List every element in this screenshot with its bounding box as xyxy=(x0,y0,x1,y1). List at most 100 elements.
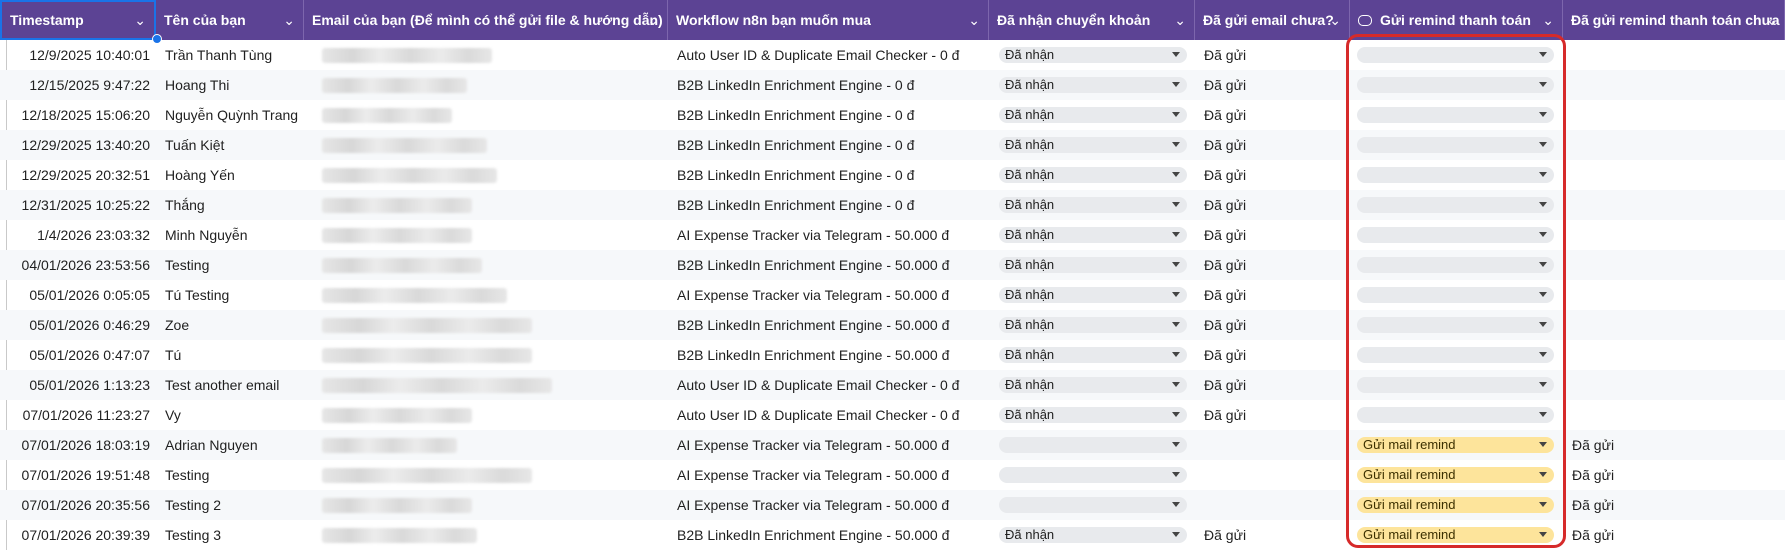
workflow-cell[interactable]: B2B LinkedIn Enrichment Engine - 50.000 … xyxy=(677,520,987,550)
dropdown-arrow-icon[interactable] xyxy=(1172,232,1180,237)
email-sent-cell[interactable] xyxy=(1204,460,1324,490)
remind-sent-cell[interactable] xyxy=(1572,250,1692,280)
remind-dropdown[interactable] xyxy=(1357,197,1554,213)
email-sent-cell[interactable]: Đã gửi xyxy=(1204,220,1324,250)
payment-status-dropdown[interactable] xyxy=(999,497,1187,513)
remind-dropdown[interactable] xyxy=(1357,317,1554,333)
column-header-name[interactable]: Tên của bạn ⌄ xyxy=(156,0,304,40)
workflow-cell[interactable]: B2B LinkedIn Enrichment Engine - 0 đ xyxy=(677,160,987,190)
chevron-down-icon[interactable]: ⌄ xyxy=(968,0,980,40)
email-cell-redacted[interactable] xyxy=(312,280,642,310)
workflow-cell[interactable]: B2B LinkedIn Enrichment Engine - 50.000 … xyxy=(677,250,987,280)
workflow-cell[interactable]: AI Expense Tracker via Telegram - 50.000… xyxy=(677,490,987,520)
table-row[interactable]: 12/29/2025 13:40:20 Tuấn Kiệt B2B LinkedIn… xyxy=(0,130,1785,160)
name-cell[interactable]: Hoang Thi xyxy=(165,70,305,100)
workflow-cell[interactable]: AI Expense Tracker via Telegram - 50.000… xyxy=(677,280,987,310)
name-cell[interactable]: Hoàng Yến xyxy=(165,160,305,190)
payment-status-dropdown[interactable]: Đã nhận xyxy=(999,47,1187,63)
workflow-cell[interactable]: B2B LinkedIn Enrichment Engine - 0 đ xyxy=(677,70,987,100)
name-cell[interactable]: Testing 3 xyxy=(165,520,305,550)
dropdown-arrow-icon[interactable] xyxy=(1172,82,1180,87)
remind-sent-cell[interactable] xyxy=(1572,40,1692,70)
remind-dropdown[interactable] xyxy=(1357,47,1554,63)
dropdown-arrow-icon[interactable] xyxy=(1172,52,1180,57)
email-sent-cell[interactable]: Đã gửi xyxy=(1204,250,1324,280)
workflow-cell[interactable]: AI Expense Tracker via Telegram - 50.000… xyxy=(677,220,987,250)
timestamp-cell[interactable]: 12/18/2025 15:06:20 xyxy=(6,100,156,130)
email-cell-redacted[interactable] xyxy=(312,220,642,250)
email-cell-redacted[interactable] xyxy=(312,490,642,520)
payment-status-dropdown[interactable]: Đã nhận xyxy=(999,317,1187,333)
remind-sent-cell[interactable] xyxy=(1572,310,1692,340)
payment-status-dropdown[interactable]: Đã nhận xyxy=(999,347,1187,363)
remind-sent-cell[interactable] xyxy=(1572,340,1692,370)
dropdown-arrow-icon[interactable] xyxy=(1539,352,1547,357)
dropdown-arrow-icon[interactable] xyxy=(1172,412,1180,417)
timestamp-cell[interactable]: 07/01/2026 20:35:56 xyxy=(6,490,156,520)
column-header-remind[interactable]: Gửi remind thanh toán ⌄ xyxy=(1350,0,1563,40)
payment-status-dropdown[interactable]: Đã nhận xyxy=(999,137,1187,153)
dropdown-arrow-icon[interactable] xyxy=(1539,142,1547,147)
table-row[interactable]: 05/01/2026 0:47:07 Tú B2B LinkedIn Enrichm… xyxy=(0,340,1785,370)
remind-sent-cell[interactable] xyxy=(1572,220,1692,250)
remind-dropdown[interactable] xyxy=(1357,257,1554,273)
payment-status-dropdown[interactable] xyxy=(999,467,1187,483)
timestamp-cell[interactable]: 07/01/2026 11:23:27 xyxy=(6,400,156,430)
table-row[interactable]: 07/01/2026 19:51:48 Testing AI Expense Tra… xyxy=(0,460,1785,490)
workflow-cell[interactable]: B2B LinkedIn Enrichment Engine - 0 đ xyxy=(677,190,987,220)
email-cell-redacted[interactable] xyxy=(312,100,642,130)
timestamp-cell[interactable]: 04/01/2026 23:53:56 xyxy=(6,250,156,280)
email-sent-cell[interactable]: Đã gửi xyxy=(1204,370,1324,400)
column-header-email-sent[interactable]: Đã gửi email chưa? ⌄ xyxy=(1195,0,1350,40)
remind-dropdown[interactable]: Gửi mail remind xyxy=(1357,467,1554,483)
dropdown-arrow-icon[interactable] xyxy=(1539,232,1547,237)
dropdown-arrow-icon[interactable] xyxy=(1172,292,1180,297)
dropdown-arrow-icon[interactable] xyxy=(1539,202,1547,207)
email-sent-cell[interactable]: Đã gửi xyxy=(1204,340,1324,370)
name-cell[interactable]: Nguyễn Quỳnh Trang xyxy=(165,100,305,130)
workflow-cell[interactable]: Auto User ID & Duplicate Email Checker -… xyxy=(677,370,987,400)
name-cell[interactable]: Trần Thanh Tùng xyxy=(165,40,305,70)
remind-sent-cell[interactable] xyxy=(1572,190,1692,220)
dropdown-arrow-icon[interactable] xyxy=(1539,472,1547,477)
email-sent-cell[interactable] xyxy=(1204,490,1324,520)
timestamp-cell[interactable]: 12/15/2025 9:47:22 xyxy=(6,70,156,100)
timestamp-cell[interactable]: 05/01/2026 0:05:05 xyxy=(6,280,156,310)
timestamp-cell[interactable]: 12/29/2025 20:32:51 xyxy=(6,160,156,190)
timestamp-cell[interactable]: 12/31/2025 10:25:22 xyxy=(6,190,156,220)
table-row[interactable]: 07/01/2026 20:39:39 Testing 3 B2B LinkedIn… xyxy=(0,520,1785,550)
email-sent-cell[interactable]: Đã gửi xyxy=(1204,400,1324,430)
workflow-cell[interactable]: AI Expense Tracker via Telegram - 50.000… xyxy=(677,430,987,460)
remind-dropdown[interactable] xyxy=(1357,287,1554,303)
remind-sent-cell[interactable] xyxy=(1572,70,1692,100)
name-cell[interactable]: Testing xyxy=(165,460,305,490)
email-cell-redacted[interactable] xyxy=(312,370,642,400)
dropdown-arrow-icon[interactable] xyxy=(1172,442,1180,447)
remind-sent-cell[interactable] xyxy=(1572,370,1692,400)
dropdown-arrow-icon[interactable] xyxy=(1172,172,1180,177)
remind-dropdown[interactable] xyxy=(1357,227,1554,243)
payment-status-dropdown[interactable]: Đã nhận xyxy=(999,167,1187,183)
workflow-cell[interactable]: B2B LinkedIn Enrichment Engine - 50.000 … xyxy=(677,340,987,370)
email-cell-redacted[interactable] xyxy=(312,460,642,490)
dropdown-arrow-icon[interactable] xyxy=(1539,442,1547,447)
remind-sent-cell[interactable] xyxy=(1572,130,1692,160)
table-row[interactable]: 12/9/2025 10:40:01 Trần Thanh Tùng Auto Us… xyxy=(0,40,1785,70)
name-cell[interactable]: Adrian Nguyen xyxy=(165,430,305,460)
email-cell-redacted[interactable] xyxy=(312,70,642,100)
remind-sent-cell[interactable] xyxy=(1572,400,1692,430)
column-header-email[interactable]: Email của bạn (Để mình có thể gửi file &… xyxy=(304,0,668,40)
payment-status-dropdown[interactable]: Đã nhận xyxy=(999,407,1187,423)
email-sent-cell[interactable]: Đã gửi xyxy=(1204,40,1324,70)
name-cell[interactable]: Vy xyxy=(165,400,305,430)
dropdown-arrow-icon[interactable] xyxy=(1539,172,1547,177)
remind-dropdown[interactable]: Gửi mail remind xyxy=(1357,497,1554,513)
name-cell[interactable]: Thắng xyxy=(165,190,305,220)
table-row[interactable]: 12/15/2025 9:47:22 Hoang Thi B2B LinkedIn … xyxy=(0,70,1785,100)
email-cell-redacted[interactable] xyxy=(312,130,642,160)
dropdown-arrow-icon[interactable] xyxy=(1172,322,1180,327)
column-header-payment[interactable]: Đã nhận chuyển khoản ⌄ xyxy=(989,0,1195,40)
column-header-remind-sent[interactable]: Đã gửi remind thanh toán chưa ⌄ xyxy=(1563,0,1785,40)
remind-dropdown[interactable]: Gửi mail remind xyxy=(1357,437,1554,453)
email-cell-redacted[interactable] xyxy=(312,160,642,190)
